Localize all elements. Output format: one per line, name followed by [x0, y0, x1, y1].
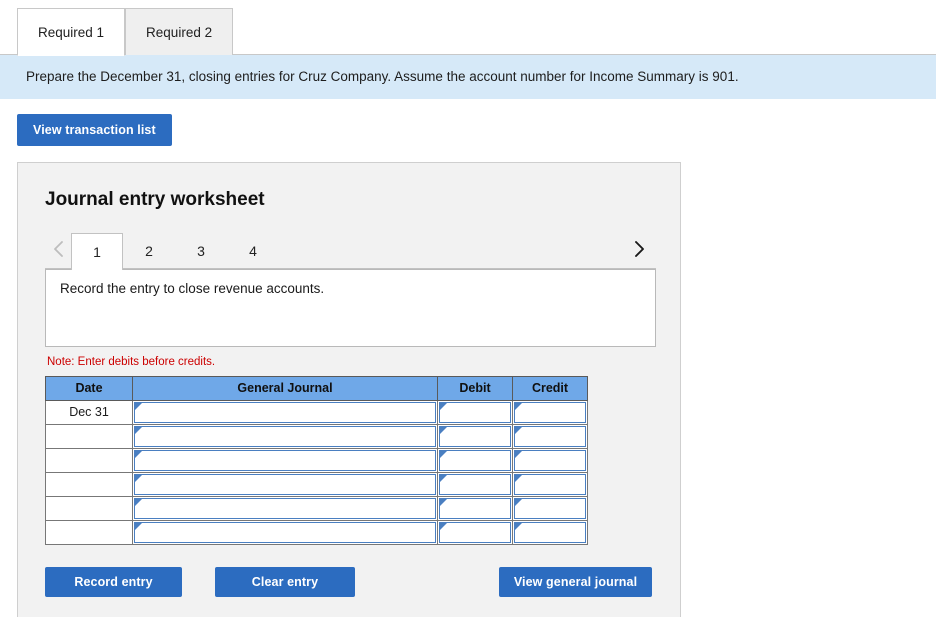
pager-page-3[interactable]: 3 [175, 233, 227, 269]
table-row: Dec 31 [45, 399, 588, 425]
pager-page-2[interactable]: 2 [123, 233, 175, 269]
tab-required-2[interactable]: Required 2 [125, 8, 234, 55]
debit-cell[interactable] [437, 447, 513, 473]
view-transaction-list-button[interactable]: View transaction list [17, 113, 172, 146]
column-header-general-journal: General Journal [132, 375, 438, 401]
entry-description-text: Record the entry to close revenue accoun… [60, 280, 325, 296]
date-cell[interactable]: Dec 31 [45, 399, 133, 425]
worksheet-pager: 1 2 3 4 [45, 229, 656, 270]
debit-input[interactable] [439, 521, 511, 543]
credit-cell[interactable] [512, 495, 588, 521]
pager-page-4[interactable]: 4 [227, 233, 279, 269]
clear-entry-button[interactable]: Clear entry [215, 566, 355, 597]
worksheet-title: Journal entry worksheet [45, 188, 265, 210]
pager-page-1-label: 1 [93, 243, 101, 260]
general-journal-input[interactable] [134, 521, 436, 543]
credit-input[interactable] [514, 473, 586, 495]
date-cell[interactable] [45, 447, 133, 473]
general-journal-input[interactable] [134, 401, 436, 423]
general-journal-cell[interactable] [132, 447, 438, 473]
date-cell[interactable] [45, 471, 133, 497]
pager-page-3-label: 3 [197, 243, 205, 260]
debit-input[interactable] [439, 449, 511, 471]
journal-entry-table: Date General Journal Debit Credit Dec 31 [45, 375, 588, 545]
pager-page-2-label: 2 [145, 243, 153, 260]
view-general-journal-button[interactable]: View general journal [499, 566, 652, 597]
credit-cell[interactable] [512, 471, 588, 497]
general-journal-input[interactable] [134, 497, 436, 519]
general-journal-cell[interactable] [132, 471, 438, 497]
chevron-left-icon[interactable] [45, 229, 71, 269]
general-journal-input[interactable] [134, 473, 436, 495]
credit-input[interactable] [514, 497, 586, 519]
general-journal-input[interactable] [134, 425, 436, 447]
date-cell[interactable] [45, 495, 133, 521]
column-header-credit: Credit [512, 375, 588, 401]
debits-before-credits-note: Note: Enter debits before credits. [47, 355, 216, 368]
credit-input[interactable] [514, 449, 586, 471]
column-header-date: Date [45, 375, 133, 401]
credit-input[interactable] [514, 521, 586, 543]
general-journal-cell[interactable] [132, 495, 438, 521]
date-cell[interactable] [45, 519, 133, 545]
debit-cell[interactable] [437, 423, 513, 449]
credit-input[interactable] [514, 425, 586, 447]
table-row [45, 519, 588, 545]
debit-input[interactable] [439, 473, 511, 495]
record-entry-button[interactable]: Record entry [45, 566, 182, 597]
tab-required-1-label: Required 1 [38, 24, 105, 40]
requirement-tabstrip: Required 1 Required 2 [0, 0, 936, 56]
instruction-banner: Prepare the December 31, closing entries… [0, 55, 936, 99]
journal-entry-worksheet-panel: Journal entry worksheet 1 2 3 4 Record t… [17, 161, 681, 617]
worksheet-actions: Record entry Clear entry View general jo… [45, 566, 652, 597]
pager-page-1[interactable]: 1 [71, 232, 123, 270]
table-header-row: Date General Journal Debit Credit [45, 375, 588, 401]
tab-required-1[interactable]: Required 1 [17, 8, 126, 56]
credit-cell[interactable] [512, 447, 588, 473]
instruction-text: Prepare the December 31, closing entries… [26, 69, 739, 84]
debit-input[interactable] [439, 401, 511, 423]
table-row [45, 471, 588, 497]
column-header-debit: Debit [437, 375, 513, 401]
credit-cell[interactable] [512, 423, 588, 449]
pager-page-4-label: 4 [249, 243, 257, 260]
general-journal-input[interactable] [134, 449, 436, 471]
date-cell[interactable] [45, 423, 133, 449]
debit-cell[interactable] [437, 399, 513, 425]
credit-input[interactable] [514, 401, 586, 423]
debit-cell[interactable] [437, 471, 513, 497]
entry-description-box: Record the entry to close revenue accoun… [45, 268, 656, 347]
table-row [45, 495, 588, 521]
general-journal-cell[interactable] [132, 519, 438, 545]
tab-required-2-label: Required 2 [146, 24, 213, 40]
general-journal-cell[interactable] [132, 399, 438, 425]
debit-input[interactable] [439, 425, 511, 447]
debit-cell[interactable] [437, 519, 513, 545]
table-row [45, 423, 588, 449]
credit-cell[interactable] [512, 519, 588, 545]
table-row [45, 447, 588, 473]
chevron-right-icon[interactable] [626, 229, 652, 269]
general-journal-cell[interactable] [132, 423, 438, 449]
credit-cell[interactable] [512, 399, 588, 425]
debit-cell[interactable] [437, 495, 513, 521]
debit-input[interactable] [439, 497, 511, 519]
